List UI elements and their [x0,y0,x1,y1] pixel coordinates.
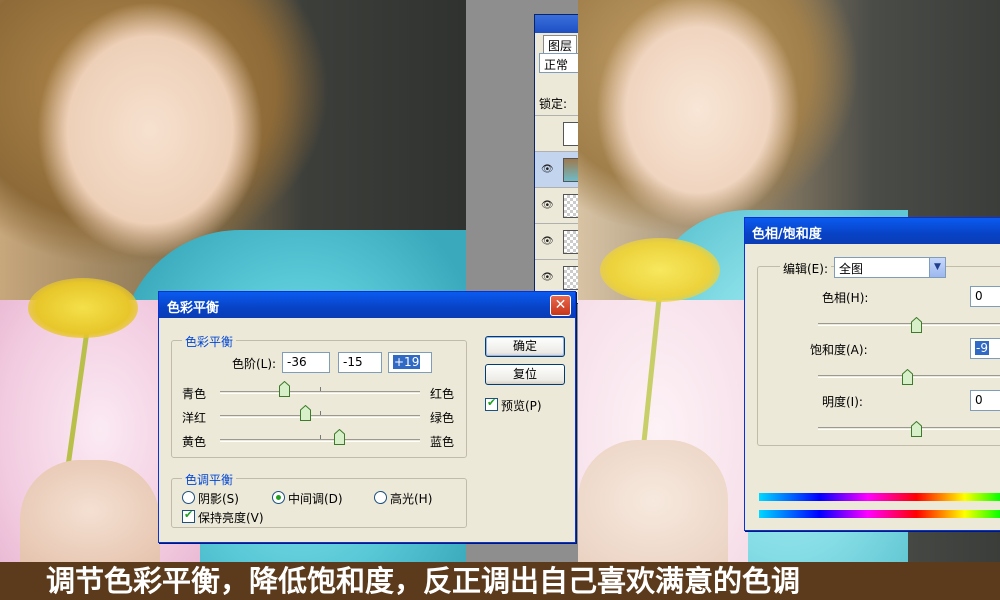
hue-saturation-group: 编辑(E): 全图 ▼ 色相(H): 0 饱和度(A): -9 明度(I): 0 [757,257,1000,446]
layer-thumbnail [563,266,578,290]
selected-value: -9 [975,341,989,355]
layer-row[interactable] [535,115,578,151]
layer-row[interactable]: 👁 [535,259,578,295]
radio-label: 阴影(S) [198,492,239,506]
caption-text: 调节色彩平衡，降低饱和度，反正调出自己喜欢满意的色调 [0,562,1000,600]
eye-icon[interactable]: 👁 [541,236,554,247]
level-field-magenta-green[interactable]: -15 [338,352,382,373]
hue-label: 色相(H): [822,291,869,305]
levels-label: 色阶(L): [232,357,277,371]
radio-highlights[interactable] [374,491,387,504]
edit-label: 编辑(E): [780,260,831,277]
saturation-label: 饱和度(A): [810,343,868,357]
hand-shape [578,440,728,562]
edit-select-value: 全图 [839,262,864,276]
layers-panel-titlebar[interactable] [535,15,578,33]
group-title: 色彩平衡 [182,333,237,350]
color-spectrum-bar-bottom [759,510,1000,518]
slider-center-tick [320,435,321,439]
layer-thumbnail [563,230,578,254]
dialog-title: 色相/饱和度 [752,227,822,242]
slider-thumb[interactable] [334,429,345,445]
hand-shape [20,460,160,562]
hue-saturation-dialog: 色相/饱和度 编辑(E): 全图 ▼ 色相(H): 0 饱和度(A): -9 明… [744,217,1000,531]
layer-row[interactable]: 👁 [535,151,578,187]
slider-left-label: 黄色 [182,435,207,449]
lightness-label: 明度(I): [822,395,863,409]
lightness-field[interactable]: 0 [970,390,1000,411]
eye-icon[interactable]: 👁 [541,272,554,283]
close-icon: ✕ [554,297,567,313]
slider-thumb[interactable] [279,381,290,397]
color-balance-dialog: 色彩平衡 ✕ 色彩平衡 色阶(L): -36 -15 +19 青色 红色 洋红 … [158,291,576,543]
slider-right-label: 绿色 [430,411,455,425]
layer-thumbnail [563,194,578,218]
color-spectrum-bar-top [759,493,1000,501]
slider-left-label: 青色 [182,387,207,401]
slider-center-tick [320,411,321,415]
dialog-titlebar[interactable]: 色彩平衡 ✕ [159,292,575,318]
layers-panel: 图层 正常 锁定: 👁 👁 👁 👁 [534,14,578,304]
hue-slider-thumb[interactable] [911,317,922,333]
saturation-field[interactable]: -9 [970,338,1000,359]
saturation-slider-thumb[interactable] [902,369,913,385]
eye-icon[interactable]: 👁 [541,200,554,211]
hue-slider-track[interactable] [818,323,1000,326]
group-title: 色调平衡 [182,471,237,488]
layer-row[interactable]: 👁 [535,223,578,259]
checkbox-label: 预览(P) [501,399,542,413]
checkbox-label: 保持亮度(V) [198,511,264,525]
chevron-down-icon[interactable]: ▼ [929,258,945,277]
slider-track[interactable] [220,415,420,418]
ok-button[interactable]: 确定 [485,336,565,357]
eye-icon[interactable]: 👁 [541,164,554,175]
layer-thumbnail [563,122,578,146]
lightness-slider-thumb[interactable] [911,421,922,437]
tab-layers[interactable]: 图层 [543,35,578,55]
lightness-slider-track[interactable] [818,427,1000,430]
slider-track[interactable] [220,439,420,442]
color-balance-group: 色彩平衡 色阶(L): -36 -15 +19 青色 红色 洋红 绿色 黄色 蓝… [171,333,467,458]
preserve-luminosity-checkbox[interactable] [182,508,195,523]
layer-row[interactable]: 👁 [535,187,578,223]
flower-head [28,278,138,338]
slider-track[interactable] [220,391,420,394]
radio-midtones[interactable] [272,491,285,504]
slider-left-label: 洋红 [182,411,207,425]
flower-head [600,238,720,302]
radio-shadows[interactable] [182,491,195,504]
selected-value: +19 [393,355,421,369]
radio-label: 中间调(D) [288,492,343,506]
close-button[interactable]: ✕ [550,295,571,316]
tone-balance-group: 色调平衡 阴影(S) 中间调(D) 高光(H) 保持亮度(V) [171,471,467,528]
slider-center-tick [320,387,321,391]
lock-label: 锁定: [539,97,568,111]
dialog-title: 色彩平衡 [167,301,220,316]
level-field-cyan-red[interactable]: -36 [282,352,330,373]
dialog-titlebar[interactable]: 色相/饱和度 [745,218,1000,244]
reset-button[interactable]: 复位 [485,364,565,385]
edit-select[interactable]: 全图 ▼ [834,257,946,278]
slider-right-label: 蓝色 [430,435,455,449]
blend-mode-select[interactable]: 正常 [539,53,578,73]
slider-thumb[interactable] [300,405,311,421]
hue-field[interactable]: 0 [970,286,1000,307]
preview-checkbox[interactable] [485,396,498,411]
slider-right-label: 红色 [430,387,455,401]
level-field-yellow-blue[interactable]: +19 [388,352,432,373]
radio-label: 高光(H) [390,492,433,506]
layer-thumbnail [563,158,578,182]
